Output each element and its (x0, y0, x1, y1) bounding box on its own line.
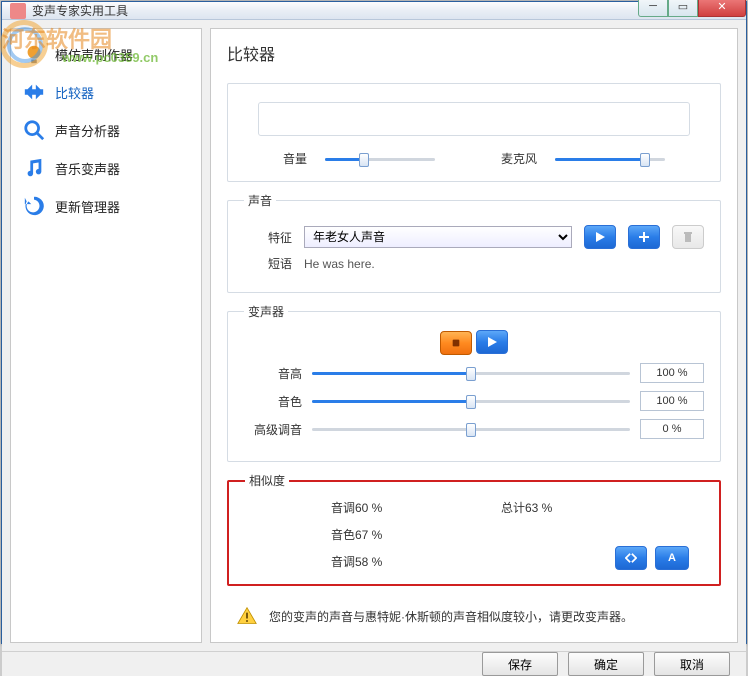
short-label: 短语 (244, 255, 292, 272)
cancel-button[interactable]: 取消 (654, 652, 730, 676)
timbre-label: 音色 (244, 393, 302, 410)
add-voice-button[interactable] (628, 225, 660, 249)
warning-row: 您的变声的声音与惠特妮·休斯顿的声音相似度较小，请更改变声器。 (237, 606, 721, 626)
waveform-display (258, 102, 690, 136)
similarity-group: 相似度 音调 60 % 总计 63 % 音色 67 % 音调 58 % A (227, 472, 721, 586)
mimic-icon (23, 43, 45, 65)
warning-icon (237, 606, 257, 626)
ok-button[interactable]: 确定 (568, 652, 644, 676)
sim-tone-value: 60 % (355, 501, 465, 515)
mic-slider[interactable] (555, 151, 665, 167)
sidebar-item-mimic[interactable]: 模仿声制作器 (11, 35, 201, 73)
short-text: He was here. (304, 257, 375, 271)
similarity-legend: 相似度 (245, 472, 289, 489)
sidebar-item-compare[interactable]: 比较器 (11, 73, 201, 111)
voice-group: 声音 特征 年老女人声音 短语 He was here. (227, 192, 721, 293)
minimize-button[interactable]: ─ (638, 0, 668, 17)
waveform-group: 音量 麦克风 (227, 83, 721, 182)
sidebar-item-label: 声音分析器 (55, 121, 120, 140)
volume-slider[interactable] (325, 151, 435, 167)
advanced-slider[interactable] (312, 421, 630, 437)
sidebar-item-music[interactable]: 音乐变声器 (11, 149, 201, 187)
sim-tone-label: 音调 (265, 499, 355, 516)
save-button[interactable]: 保存 (482, 652, 558, 676)
timbre-value[interactable]: 100 % (640, 391, 704, 411)
record-button[interactable] (440, 331, 472, 355)
titlebar[interactable]: 变声专家实用工具 ─ ▭ ✕ (2, 2, 746, 20)
warning-text: 您的变声的声音与惠特妮·休斯顿的声音相似度较小，请更改变声器。 (269, 608, 633, 625)
main-panel: 比较器 音量 麦克风 声音 特征 年老女人声音 (210, 28, 738, 643)
pitch-value[interactable]: 100 % (640, 363, 704, 383)
app-window: 变声专家实用工具 ─ ▭ ✕ 模仿声制作器 比较器 声音分析器 音乐变声器 (1, 1, 747, 644)
timbre-slider[interactable] (312, 393, 630, 409)
delete-voice-button[interactable] (672, 225, 704, 249)
advanced-value[interactable]: 0 % (640, 419, 704, 439)
footer: 保存 确定 取消 (2, 651, 746, 676)
sim-compare-button[interactable] (615, 546, 647, 570)
sidebar-item-label: 音乐变声器 (55, 159, 120, 178)
maximize-button[interactable]: ▭ (668, 0, 698, 17)
sidebar-item-analyze[interactable]: 声音分析器 (11, 111, 201, 149)
sim-timbre-label: 音色 (265, 526, 355, 543)
mic-label: 麦克风 (501, 150, 537, 167)
pitch-label: 音高 (244, 365, 302, 382)
sidebar: 模仿声制作器 比较器 声音分析器 音乐变声器 更新管理器 (10, 28, 202, 643)
play-changer-button[interactable] (476, 330, 508, 354)
pitch-slider[interactable] (312, 365, 630, 381)
feature-label: 特征 (244, 229, 292, 246)
changer-group: 变声器 音高 100 % 音色 100 % 高级调音 (227, 303, 721, 462)
sidebar-item-label: 比较器 (55, 83, 94, 102)
window-title: 变声专家实用工具 (32, 2, 638, 19)
changer-legend: 变声器 (244, 303, 288, 320)
advanced-label: 高级调音 (244, 421, 302, 438)
sim-auto-button[interactable]: A (655, 546, 689, 570)
music-icon (23, 157, 45, 179)
compare-icon (23, 81, 45, 103)
sim-tone2-value: 58 % (355, 555, 465, 569)
feature-select[interactable]: 年老女人声音 (304, 226, 572, 248)
app-icon (10, 3, 26, 19)
sidebar-item-update[interactable]: 更新管理器 (11, 187, 201, 225)
sidebar-item-label: 更新管理器 (55, 197, 120, 216)
close-button[interactable]: ✕ (698, 0, 746, 17)
sim-total-value: 63 % (525, 501, 635, 515)
sidebar-item-label: 模仿声制作器 (55, 45, 133, 64)
sim-timbre-value: 67 % (355, 528, 465, 542)
sim-total-label: 总计 (465, 499, 525, 516)
page-title: 比较器 (227, 41, 721, 65)
voice-legend: 声音 (244, 192, 276, 209)
update-icon (23, 195, 45, 217)
play-voice-button[interactable] (584, 225, 616, 249)
volume-label: 音量 (283, 150, 307, 167)
sim-tone2-label: 音调 (265, 553, 355, 570)
analyze-icon (23, 119, 45, 141)
